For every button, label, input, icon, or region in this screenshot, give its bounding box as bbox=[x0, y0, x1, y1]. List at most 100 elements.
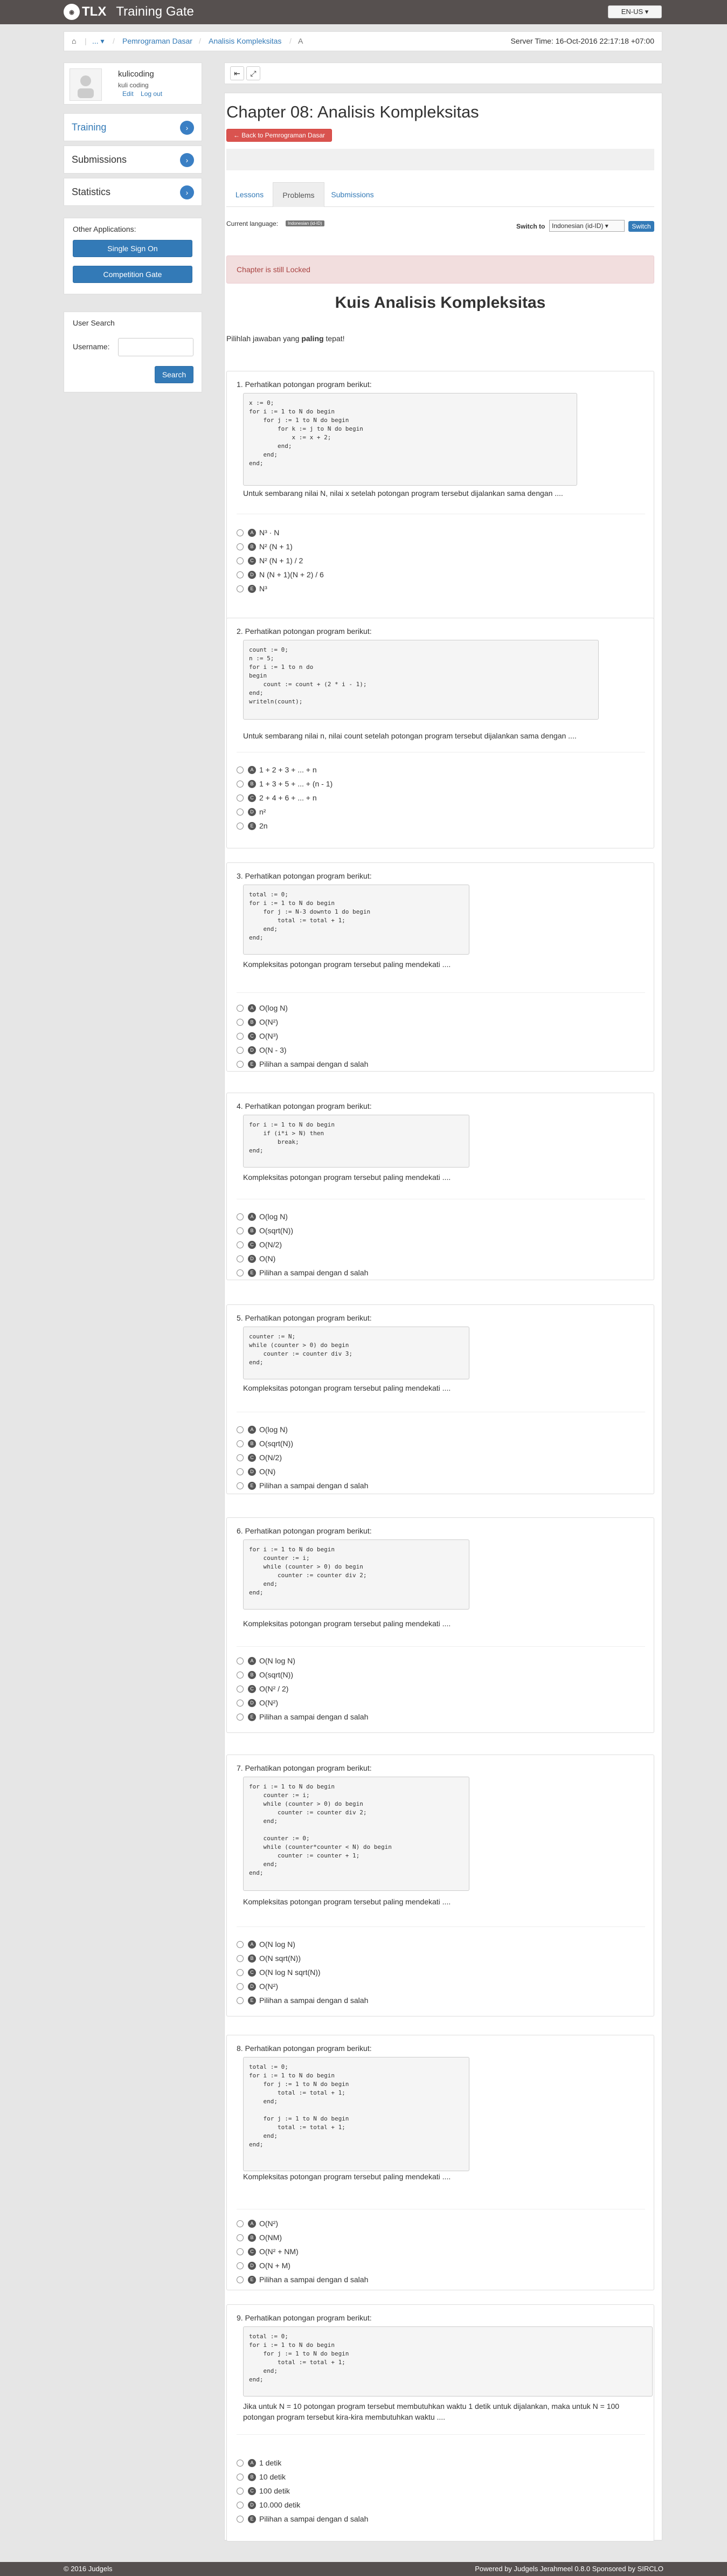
answer-option[interactable]: C O(N³) bbox=[237, 1030, 278, 1042]
radio-button[interactable] bbox=[237, 808, 244, 816]
radio-button[interactable] bbox=[237, 1046, 244, 1054]
radio-button[interactable] bbox=[237, 1440, 244, 1447]
sidebar-item-submissions[interactable]: Submissions › bbox=[64, 146, 202, 174]
radio-button[interactable] bbox=[237, 1468, 244, 1475]
radio-button[interactable] bbox=[237, 1983, 244, 1990]
tab-lessons[interactable]: Lessons bbox=[226, 182, 273, 207]
search-button[interactable]: Search bbox=[155, 366, 193, 383]
radio-button[interactable] bbox=[237, 1018, 244, 1026]
breadcrumb-ellipsis[interactable]: ... ▾ bbox=[92, 32, 105, 51]
radio-button[interactable] bbox=[237, 1004, 244, 1012]
sidebar-item-training[interactable]: Training › bbox=[64, 113, 202, 141]
radio-button[interactable] bbox=[237, 1426, 244, 1433]
radio-button[interactable] bbox=[237, 2515, 244, 2523]
answer-option[interactable]: A O(log N) bbox=[237, 1424, 288, 1435]
single-sign-on-button[interactable]: Single Sign On bbox=[73, 240, 192, 257]
answer-option[interactable]: C O(N/2) bbox=[237, 1239, 282, 1251]
breadcrumb-course[interactable]: Pemrograman Dasar bbox=[122, 32, 192, 51]
answer-option[interactable]: B O(sqrt(N)) bbox=[237, 1669, 293, 1681]
answer-option[interactable]: A1 detik bbox=[237, 2457, 281, 2469]
answer-option[interactable]: C O(N² + NM) bbox=[237, 2246, 299, 2257]
radio-button[interactable] bbox=[237, 1255, 244, 1262]
logout-link[interactable]: Log out bbox=[141, 90, 162, 98]
radio-button[interactable] bbox=[237, 1269, 244, 1276]
answer-option[interactable]: D O(N) bbox=[237, 1253, 275, 1265]
language-select[interactable]: Indonesian (id-ID) ▾ bbox=[549, 220, 625, 232]
answer-option[interactable]: Dn² bbox=[237, 806, 266, 818]
answer-option[interactable]: E Pilihan a sampai dengan d salah bbox=[237, 1480, 368, 1491]
radio-button[interactable] bbox=[237, 1997, 244, 2004]
radio-button[interactable] bbox=[237, 1227, 244, 1234]
radio-button[interactable] bbox=[237, 571, 244, 578]
tab-problems[interactable]: Problems bbox=[273, 182, 324, 207]
radio-button[interactable] bbox=[237, 780, 244, 788]
radio-button[interactable] bbox=[237, 1671, 244, 1679]
answer-option[interactable]: D O(N²) bbox=[237, 1980, 278, 1992]
radio-button[interactable] bbox=[237, 822, 244, 830]
radio-button[interactable] bbox=[237, 794, 244, 802]
answer-option[interactable]: D O(N²) bbox=[237, 1697, 278, 1709]
brand[interactable]: ◉ TLX Training Gate bbox=[64, 3, 194, 20]
answer-option[interactable]: E Pilihan a sampai dengan d salah bbox=[237, 1711, 368, 1723]
language-dropdown[interactable]: EN-US ▾ bbox=[608, 5, 662, 18]
radio-button[interactable] bbox=[237, 766, 244, 774]
radio-button[interactable] bbox=[237, 1213, 244, 1220]
answer-option[interactable]: C2 + 4 + 6 + ... + n bbox=[237, 792, 317, 804]
answer-option[interactable]: B 10 detik bbox=[237, 2471, 286, 2483]
radio-button[interactable] bbox=[237, 1955, 244, 1962]
radio-button[interactable] bbox=[237, 1032, 244, 1040]
answer-option[interactable]: A1 + 2 + 3 + ... + n bbox=[237, 764, 317, 776]
answer-option[interactable]: E Pilihan a sampai dengan d salah bbox=[237, 2274, 368, 2285]
radio-button[interactable] bbox=[237, 1699, 244, 1707]
radio-button[interactable] bbox=[237, 557, 244, 564]
tab-submissions[interactable]: Submissions bbox=[324, 182, 380, 207]
answer-option[interactable]: D O(N + M) bbox=[237, 2260, 290, 2271]
radio-button[interactable] bbox=[237, 1685, 244, 1693]
answer-option[interactable]: B O(sqrt(N)) bbox=[237, 1225, 293, 1237]
answer-option[interactable]: C 100 detik bbox=[237, 2485, 290, 2497]
radio-button[interactable] bbox=[237, 1940, 244, 1948]
radio-button[interactable] bbox=[237, 1657, 244, 1665]
answer-option[interactable]: E 2n bbox=[237, 820, 268, 832]
answer-option[interactable]: B O(N sqrt(N)) bbox=[237, 1952, 301, 1964]
radio-button[interactable] bbox=[237, 1241, 244, 1248]
answer-option[interactable]: A N³ · N bbox=[237, 527, 279, 538]
answer-option[interactable]: B N² (N + 1) bbox=[237, 541, 293, 553]
answer-option[interactable]: E Pilihan a sampai dengan d salah bbox=[237, 1994, 368, 2006]
competition-gate-button[interactable]: Competition Gate bbox=[73, 266, 192, 283]
breadcrumb-chapter[interactable]: Analisis Kompleksitas bbox=[209, 32, 281, 51]
answer-option[interactable]: E N³ bbox=[237, 583, 267, 595]
radio-button[interactable] bbox=[237, 1482, 244, 1489]
answer-option[interactable]: D O(N) bbox=[237, 1466, 275, 1477]
answer-option[interactable]: C N² (N + 1) / 2 bbox=[237, 555, 303, 567]
answer-option[interactable]: C O(N² / 2) bbox=[237, 1683, 288, 1695]
radio-button[interactable] bbox=[237, 1969, 244, 1976]
radio-button[interactable] bbox=[237, 1713, 244, 1721]
answer-option[interactable]: B1 + 3 + 5 + ... + (n - 1) bbox=[237, 778, 333, 790]
radio-button[interactable] bbox=[237, 2276, 244, 2283]
radio-button[interactable] bbox=[237, 585, 244, 592]
back-arrow-icon[interactable]: ⇤ bbox=[230, 66, 244, 80]
radio-button[interactable] bbox=[237, 2501, 244, 2509]
radio-button[interactable] bbox=[237, 2459, 244, 2467]
answer-option[interactable]: B O(sqrt(N)) bbox=[237, 1438, 293, 1449]
home-icon[interactable]: ⌂ bbox=[72, 32, 76, 51]
answer-option[interactable]: D O(N - 3) bbox=[237, 1044, 287, 1056]
fullscreen-icon[interactable]: ⤢ bbox=[246, 66, 260, 80]
answer-option[interactable]: E Pilihan a sampai dengan d salah bbox=[237, 1267, 368, 1279]
answer-option[interactable]: A O(N log N) bbox=[237, 1655, 295, 1667]
radio-button[interactable] bbox=[237, 2262, 244, 2269]
answer-option[interactable]: E Pilihan a sampai dengan d salah bbox=[237, 2513, 368, 2525]
answer-option[interactable]: C O(N/2) bbox=[237, 1452, 282, 1463]
radio-button[interactable] bbox=[237, 2473, 244, 2481]
answer-option[interactable]: A O(N²) bbox=[237, 2218, 278, 2229]
radio-button[interactable] bbox=[237, 1454, 244, 1461]
radio-button[interactable] bbox=[237, 529, 244, 536]
radio-button[interactable] bbox=[237, 2220, 244, 2227]
answer-option[interactable]: B O(N²) bbox=[237, 1016, 278, 1028]
sidebar-item-statistics[interactable]: Statistics › bbox=[64, 178, 202, 206]
answer-option[interactable]: DN (N + 1)(N + 2) / 6 bbox=[237, 569, 324, 581]
answer-option[interactable]: E Pilihan a sampai dengan d salah bbox=[237, 1058, 368, 1070]
radio-button[interactable] bbox=[237, 1060, 244, 1068]
answer-option[interactable]: A O(log N) bbox=[237, 1211, 288, 1223]
